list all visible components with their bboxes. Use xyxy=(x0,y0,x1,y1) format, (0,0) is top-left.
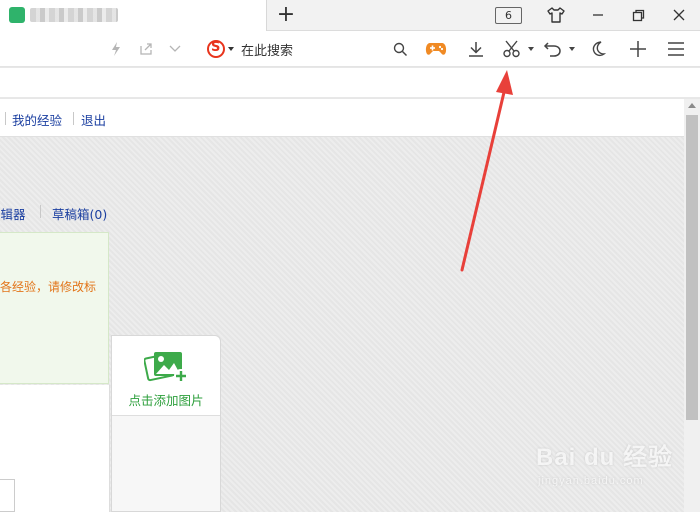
divider xyxy=(73,112,74,125)
lightning-icon[interactable] xyxy=(104,37,128,61)
text-input-stub[interactable] xyxy=(0,479,15,512)
sogou-icon[interactable] xyxy=(207,40,225,58)
download-icon[interactable] xyxy=(464,37,488,61)
page-content: 我的经验 退出 编辑器 草稿箱(0) 各经验，请修改标 点击添加图片 xyxy=(0,99,700,512)
add-image-card[interactable]: 点击添加图片 xyxy=(111,335,221,512)
close-icon[interactable] xyxy=(666,3,692,27)
baidu-jingyan-favicon-icon xyxy=(9,7,25,23)
browser-toolbar: 在此搜索 xyxy=(0,31,700,67)
minimize-icon[interactable] xyxy=(585,3,611,27)
notice-box: 各经验，请修改标 xyxy=(0,232,109,384)
watermark-text: Bai du 经验 xyxy=(536,444,674,471)
add-image-icon xyxy=(143,348,190,390)
bookmarks-bar xyxy=(0,68,700,98)
tshirt-icon[interactable] xyxy=(543,3,569,27)
gamepad-icon[interactable] xyxy=(424,37,448,61)
hamburger-menu-icon[interactable] xyxy=(664,37,688,61)
drafts-link[interactable]: 草稿箱(0) xyxy=(52,204,107,223)
divider xyxy=(5,112,6,125)
undo-icon[interactable] xyxy=(541,37,565,61)
scroll-up-arrow-icon[interactable] xyxy=(688,103,696,108)
scissors-icon[interactable] xyxy=(500,37,524,61)
search-icon[interactable] xyxy=(388,37,412,61)
user-nav-bar: 我的经验 退出 xyxy=(0,99,684,137)
notice-text: 各经验，请修改标 xyxy=(0,280,97,294)
watermark-subtext: jingyan.baidu.com xyxy=(538,475,644,487)
restore-icon[interactable] xyxy=(625,3,651,27)
baidu-jingyan-watermark: Bai du 经验 jingyan.baidu.com xyxy=(536,437,686,497)
moon-icon[interactable] xyxy=(587,37,611,61)
tab-title-blurred xyxy=(30,8,118,22)
add-image-label: 点击添加图片 xyxy=(128,393,204,408)
plus-icon[interactable] xyxy=(626,37,650,61)
scroll-thumb[interactable] xyxy=(686,115,698,420)
search-engine-dropdown-icon[interactable] xyxy=(228,47,234,51)
undo-dropdown-icon[interactable] xyxy=(569,47,575,51)
add-image-button[interactable]: 点击添加图片 xyxy=(112,336,220,416)
editor-link[interactable]: 编辑器 xyxy=(0,204,26,223)
chevron-down-icon[interactable] xyxy=(163,37,187,61)
share-icon[interactable] xyxy=(134,37,158,61)
new-tab-button[interactable]: + xyxy=(273,2,299,28)
vertical-scrollbar[interactable] xyxy=(684,99,700,512)
logout-link[interactable]: 退出 xyxy=(81,110,106,129)
screenshot-dropdown-icon[interactable] xyxy=(528,47,534,51)
tab-count-badge[interactable]: 6 xyxy=(495,7,522,24)
tab-strip: + 6 xyxy=(0,0,700,31)
search-input[interactable]: 在此搜索 xyxy=(241,40,293,59)
editor-panel xyxy=(0,385,110,512)
divider xyxy=(40,205,41,218)
my-experience-link[interactable]: 我的经验 xyxy=(12,110,62,129)
browser-tab[interactable] xyxy=(0,0,267,31)
